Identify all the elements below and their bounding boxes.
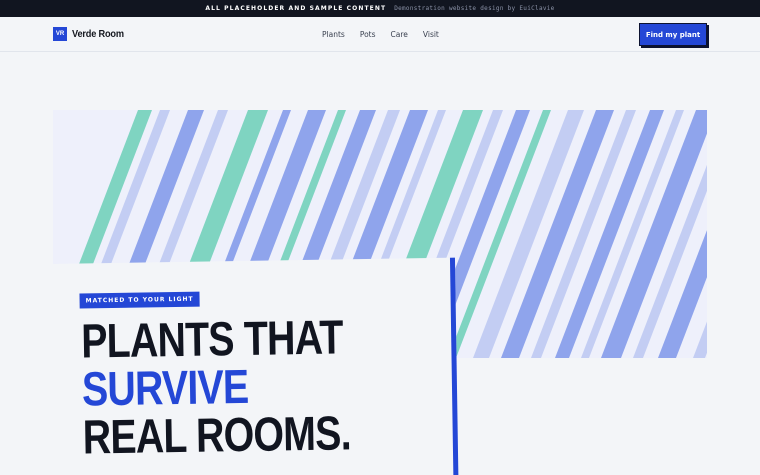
site-header: VR Verde Room Plants Pots Care Visit Fin… <box>0 17 760 52</box>
logo[interactable]: VR Verde Room <box>53 27 128 41</box>
logo-badge: VR <box>53 27 67 41</box>
headline-line-2: SURVIVE <box>81 360 249 417</box>
announcement-label: ALL PLACEHOLDER AND SAMPLE CONTENT <box>205 5 387 12</box>
hero-headline: PLANTS THAT SURVIVE REAL ROOMS. <box>80 311 352 465</box>
hero-tag: MATCHED TO YOUR LIGHT <box>79 291 200 309</box>
announcement-note: Demonstration website design by EuiClavi… <box>394 5 555 12</box>
main-nav: Plants Pots Care Visit <box>322 30 439 39</box>
headline-line-1: PLANTS THAT <box>80 311 343 369</box>
nav-item-care[interactable]: Care <box>391 30 408 39</box>
announcement-bar: ALL PLACEHOLDER AND SAMPLE CONTENT Demon… <box>0 0 760 17</box>
headline-line-3: REAL ROOMS. <box>82 407 352 465</box>
nav-item-visit[interactable]: Visit <box>423 30 439 39</box>
find-my-plant-button[interactable]: Find my plant <box>639 23 707 46</box>
nav-item-plants[interactable]: Plants <box>322 30 345 39</box>
brand-name: Verde Room <box>72 28 124 40</box>
nav-item-pots[interactable]: Pots <box>360 30 376 39</box>
hero-card: MATCHED TO YOUR LIGHT PLANTS THAT SURVIV… <box>50 257 459 475</box>
